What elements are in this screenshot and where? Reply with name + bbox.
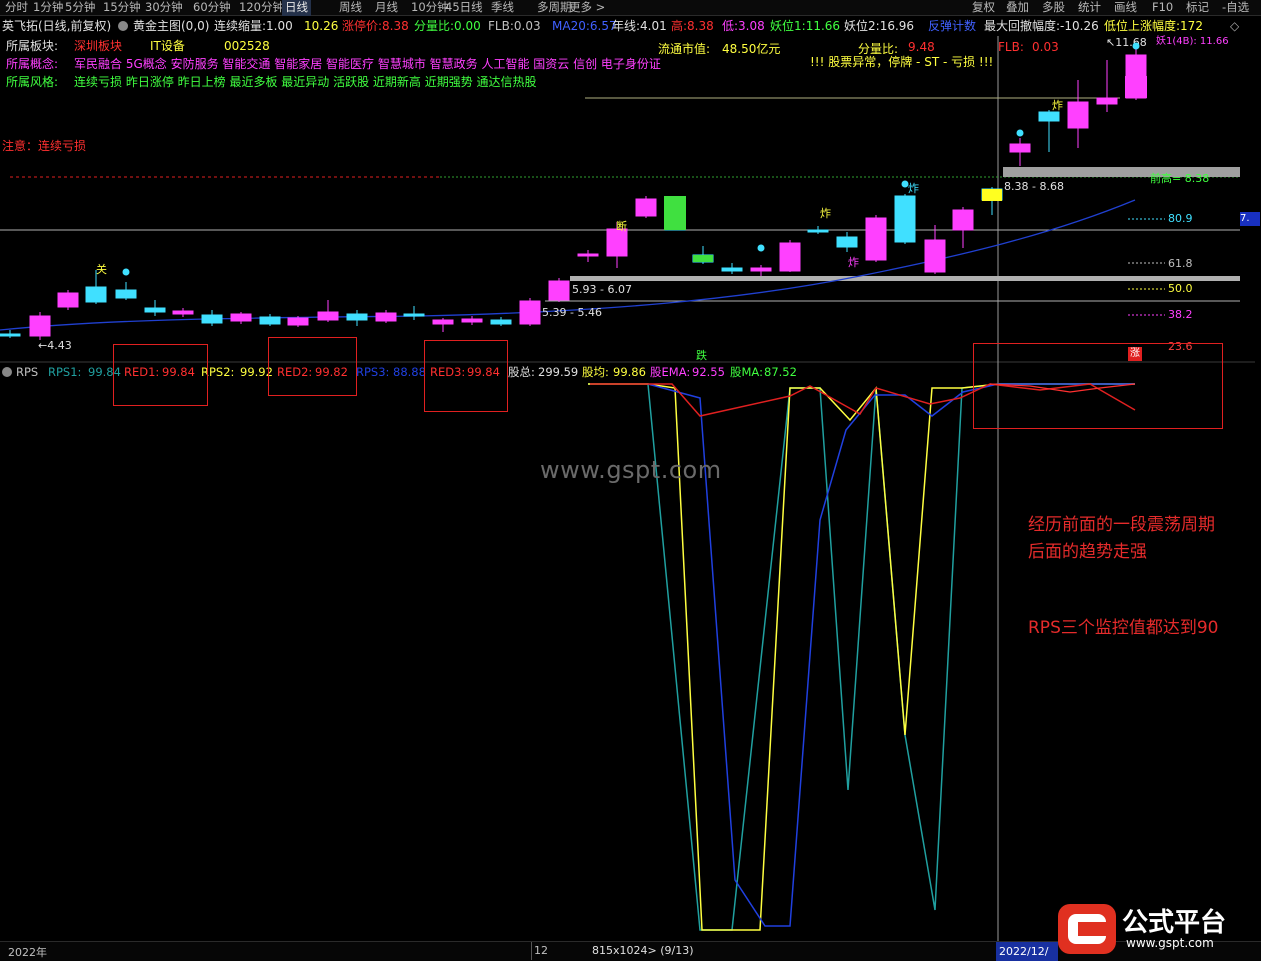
- candle-yellow: [982, 189, 1002, 201]
- ema-value: 92.55: [692, 365, 725, 379]
- candle-body: [952, 209, 974, 231]
- total-value: 299.59: [538, 365, 579, 379]
- candle-body: [230, 313, 252, 322]
- gspt-logo: 公式平台 www.gspt.com: [1058, 900, 1258, 956]
- candle-body: [29, 315, 51, 337]
- signal-dot-icon: [757, 244, 765, 252]
- candle-body: [172, 310, 194, 315]
- range-label-2: 5.93 - 6.07: [572, 283, 632, 296]
- candle-body: [779, 242, 801, 272]
- footer-divider: [531, 942, 532, 960]
- candle-green-small: [693, 255, 713, 262]
- candle-body: [403, 313, 425, 317]
- candle-body: [1009, 143, 1031, 153]
- candle-body: [519, 300, 541, 325]
- low-price-label: ←4.43: [38, 339, 72, 352]
- candle-body: [836, 236, 858, 248]
- candle-body: [635, 198, 657, 217]
- candle-body: [461, 318, 483, 323]
- total-label: 股总:: [508, 365, 535, 379]
- rps3-value: 88.88: [393, 365, 426, 379]
- candle-body: [894, 195, 916, 243]
- candle-body: [317, 311, 339, 321]
- level-382: 38.2: [1168, 308, 1193, 321]
- signal-die: 跌: [696, 349, 707, 362]
- logo-text: 公式平台: [1122, 908, 1227, 938]
- signal-zha-4: 炸: [1052, 99, 1063, 112]
- candle-body: [865, 217, 887, 261]
- footer-date-cursor: 2022/12/: [996, 942, 1058, 961]
- candle-body: [85, 286, 107, 303]
- candle-body: [375, 312, 397, 322]
- rps-name[interactable]: RPS: [16, 363, 38, 381]
- footer-month: 12: [534, 944, 548, 957]
- candle-body: [259, 316, 281, 325]
- signal-dot-icon: [1016, 129, 1024, 137]
- highlight-box-red1: [113, 344, 208, 406]
- candle-body: [115, 289, 137, 299]
- note-line-1: 经历前面的一段震荡周期: [1028, 515, 1215, 535]
- signal-dot-icon: [1132, 42, 1140, 50]
- level-bar-593: [570, 276, 1240, 281]
- range-label-1: 5.39 - 5.46: [542, 306, 602, 319]
- candle-body: [548, 280, 570, 301]
- signal-dot-icon: [122, 268, 130, 276]
- center-watermark: www.gspt.com: [540, 456, 722, 484]
- candle-body: [287, 317, 309, 326]
- candle-body: [807, 229, 829, 233]
- candle-body: [1067, 101, 1089, 129]
- level-500: 50.0: [1168, 282, 1193, 295]
- candle-body: [490, 319, 512, 325]
- avg-value: 99.86: [613, 365, 646, 379]
- candle-body: [1096, 97, 1118, 105]
- rps-menu-icon[interactable]: [2, 367, 12, 377]
- candle-body: [346, 313, 368, 321]
- candle-green-big: [664, 196, 686, 230]
- candle-body: [750, 267, 772, 272]
- candle-body: [0, 333, 21, 337]
- rps1-label: RPS1:: [48, 365, 82, 379]
- candle-peak: [1125, 76, 1147, 98]
- note-line-3: RPS三个监控值都达到90: [1028, 618, 1219, 638]
- candle-body: [432, 319, 454, 325]
- signal-zha-3: 炸: [908, 182, 919, 195]
- logo-url: www.gspt.com: [1126, 936, 1214, 950]
- signal-guan: 关: [96, 263, 107, 276]
- level-809: 80.9: [1168, 212, 1193, 225]
- signal-zha-2: 炸: [848, 256, 859, 269]
- prev-high-label: 前高= 8.38: [1150, 172, 1210, 185]
- range-label-3: 8.38 - 8.68: [1004, 180, 1064, 193]
- page-info: 815x1024> (9/13): [592, 944, 694, 957]
- candle-body: [721, 267, 743, 272]
- candle-body: [201, 314, 223, 324]
- ema-label: 股EMA:: [650, 365, 691, 379]
- candle-body: [57, 292, 79, 308]
- candle-body: [577, 253, 599, 257]
- candle-body: [924, 239, 946, 273]
- signal-zha-1: 炸: [820, 207, 831, 220]
- rps3-label: RPS3:: [356, 365, 390, 379]
- footer-year: 2022年: [8, 946, 47, 959]
- ma-value: 87.52: [764, 365, 797, 379]
- ma-label: 股MA:: [730, 365, 763, 379]
- level-618: 61.8: [1168, 257, 1193, 270]
- note-line-2: 后面的趋势走强: [1028, 542, 1147, 562]
- candle-body: [1038, 111, 1060, 122]
- signal-duan: 断: [616, 220, 627, 233]
- highlight-box-rps-top: [973, 343, 1223, 429]
- candle-body: [144, 307, 166, 313]
- highlight-box-red2: [268, 337, 357, 396]
- highlight-box-red3: [424, 340, 508, 412]
- avg-label: 股均:: [582, 365, 609, 379]
- price-axis-tag: 7.: [1240, 212, 1260, 226]
